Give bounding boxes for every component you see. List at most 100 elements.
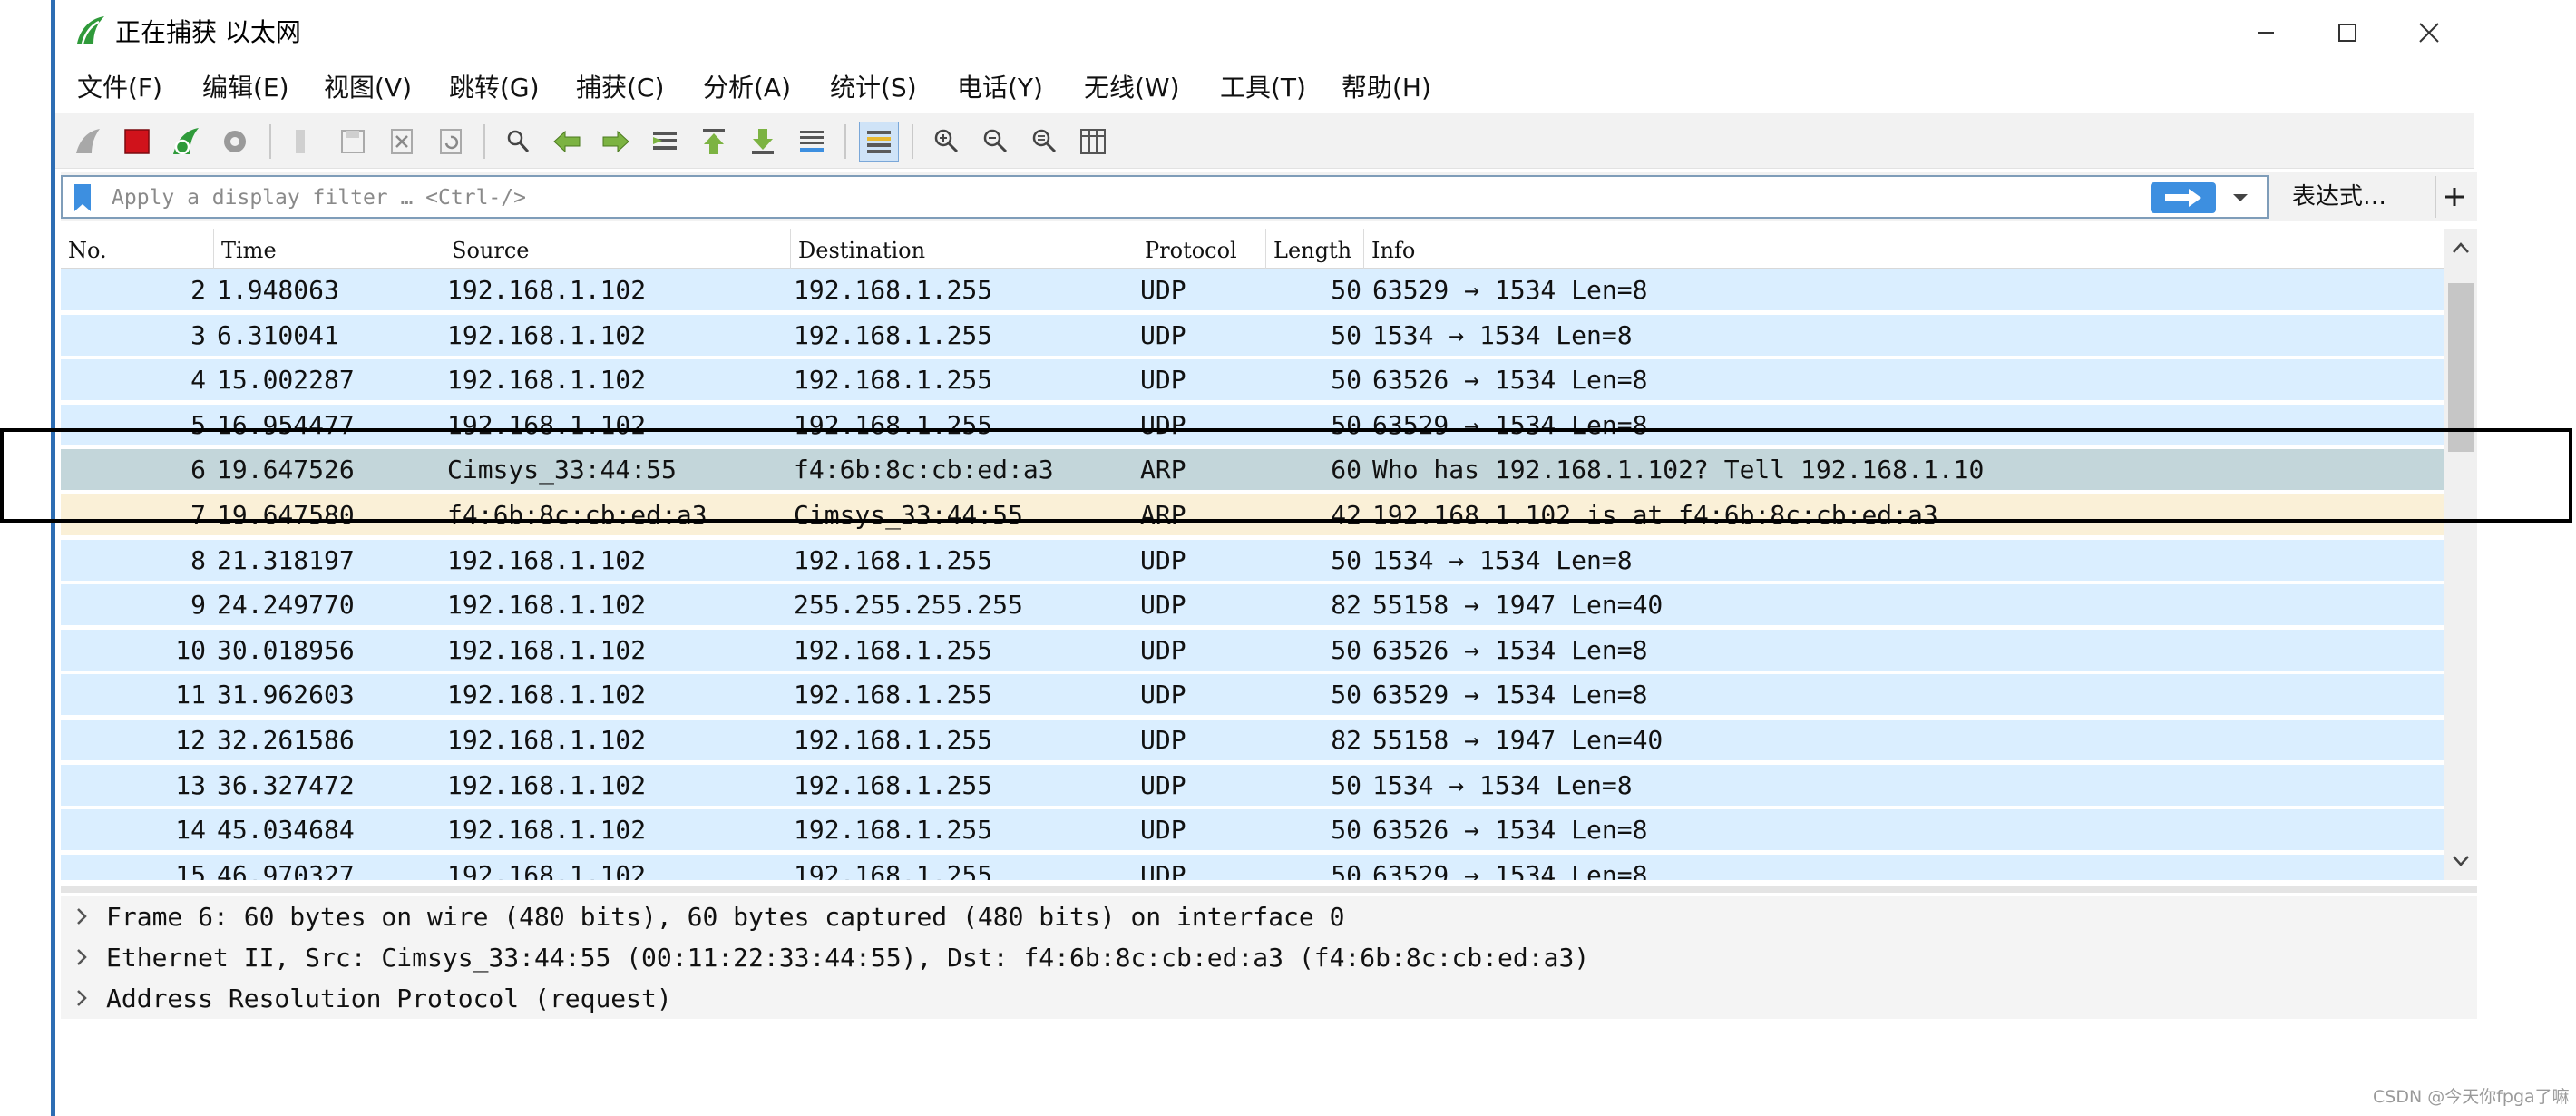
capture-options-button[interactable] (215, 122, 255, 162)
menu-go[interactable]: 跳转(G) (449, 67, 540, 109)
packet-cell-info: 63526 → 1534 Len=8 (1372, 365, 1648, 396)
add-filter-button[interactable] (2435, 176, 2473, 218)
packet-row[interactable]: 2 1.948063 192.168.1.102 192.168.1.255 UDP 50… (61, 269, 2444, 310)
packet-row[interactable]: 5 16.954477 192.168.1.102 192.168.1.255 UDP 5… (61, 404, 2444, 445)
shark-fin-start-icon (76, 129, 100, 153)
column-header-info[interactable]: Info (1363, 229, 2444, 269)
packet-cell-info: 1534 → 1534 Len=8 (1372, 319, 1633, 350)
plus-icon (2445, 188, 2464, 206)
packet-row[interactable]: 12 32.261586 192.168.1.102 192.168.1.255 UDP… (61, 720, 2444, 760)
close-button[interactable] (2388, 7, 2470, 58)
detail-row-frame[interactable]: Frame 6: 60 bytes on wire (480 bits), 60… (61, 896, 2477, 937)
scroll-up-button[interactable] (2444, 234, 2477, 261)
column-header-source[interactable]: Source (444, 229, 790, 269)
menu-analyze[interactable]: 分析(A) (703, 67, 791, 109)
packet-row[interactable]: 4 15.002287 192.168.1.102 192.168.1.255 UDP 5… (61, 359, 2444, 401)
zoom-in-icon (934, 129, 959, 153)
colorize-button[interactable] (859, 122, 899, 162)
detail-row-ethernet[interactable]: Ethernet II, Src: Cimsys_33:44:55 (00:11… (61, 937, 2477, 978)
chevron-up-icon (2453, 242, 2469, 253)
packet-list-scrollbar[interactable] (2444, 229, 2477, 880)
open-file-button[interactable] (284, 122, 324, 162)
filter-history-dropdown[interactable] (2225, 184, 2256, 211)
packet-cell-no: 8 (190, 544, 206, 575)
zoom-in-button[interactable] (926, 122, 966, 162)
menu-help[interactable]: 帮助(H) (1342, 67, 1431, 109)
chevron-right-icon[interactable] (68, 944, 95, 971)
packet-cell-no: 3 (190, 319, 206, 350)
packet-cell-src: 192.168.1.102 (447, 859, 647, 880)
packet-cell-no: 11 (175, 680, 206, 710)
normal-size-button[interactable] (1024, 122, 1064, 162)
packet-cell-proto: UDP (1140, 544, 1186, 575)
packet-row[interactable]: 11 31.962603 192.168.1.102 192.168.1.255 UDP… (61, 674, 2444, 716)
menu-file[interactable]: 文件(F) (77, 67, 162, 109)
scroll-thumb[interactable] (2448, 283, 2474, 452)
pane-splitter[interactable] (61, 886, 2477, 893)
packet-row[interactable]: 8 21.318197 192.168.1.102 192.168.1.255 UDP 5… (61, 539, 2444, 581)
packet-cell-src: Cimsys_33:44:55 (447, 455, 677, 485)
column-header-length[interactable]: Length (1265, 229, 1363, 269)
find-packet-button[interactable] (498, 122, 538, 162)
menu-tools[interactable]: 工具(T) (1220, 67, 1306, 109)
menu-view[interactable]: 视图(V) (324, 67, 412, 109)
minimize-button[interactable] (2225, 7, 2307, 58)
packet-row[interactable]: 7 19.647580 f4:6b:8c:cb:ed:a3 Cimsys_33:44:… (61, 494, 2444, 535)
first-packet-button[interactable] (694, 122, 734, 162)
chevron-right-icon[interactable] (68, 903, 95, 930)
column-header-no[interactable]: No. (61, 229, 213, 269)
apply-filter-button[interactable] (2151, 182, 2216, 213)
save-file-icon (341, 130, 365, 153)
reload-button[interactable] (431, 122, 471, 162)
packet-cell-src: 192.168.1.102 (447, 590, 647, 621)
resize-columns-button[interactable] (1073, 122, 1113, 162)
wireshark-fin-icon (77, 16, 104, 44)
packet-cell-no: 13 (175, 769, 206, 800)
packet-row[interactable]: 3 6.310041 192.168.1.102 192.168.1.255 UDP 50… (61, 314, 2444, 356)
packet-row[interactable]: 13 36.327472 192.168.1.102 192.168.1.255 UDP… (61, 764, 2444, 806)
save-file-button[interactable] (333, 122, 373, 162)
menu-telephony[interactable]: 电话(Y) (957, 67, 1043, 109)
detail-row-arp[interactable]: Address Resolution Protocol (request) (61, 978, 2477, 1019)
start-capture-button[interactable] (68, 122, 108, 162)
display-filter-input[interactable] (110, 179, 2200, 217)
packet-cell-time: 19.647526 (217, 455, 355, 485)
expression-button[interactable]: 表达式… (2292, 176, 2386, 218)
menu-wireless[interactable]: 无线(W) (1084, 67, 1180, 109)
column-header-destination[interactable]: Destination (790, 229, 1137, 269)
go-to-packet-button[interactable] (645, 122, 685, 162)
packet-cell-info: 63529 → 1534 Len=8 (1372, 859, 1648, 880)
packet-row[interactable]: 10 30.018956 192.168.1.102 192.168.1.255 UDP… (61, 629, 2444, 671)
packet-row[interactable]: 9 24.249770 192.168.1.102 255.255.255.255 UD… (61, 584, 2444, 626)
scroll-down-button[interactable] (2444, 847, 2477, 875)
packet-row[interactable]: 6 19.647526 Cimsys_33:44:55 f4:6b:8c:cb:ed:… (61, 449, 2444, 491)
bookmark-icon[interactable] (70, 182, 95, 213)
menu-capture[interactable]: 捕获(C) (576, 67, 664, 109)
zoom-out-button[interactable] (975, 122, 1015, 162)
chevron-down-icon (2453, 856, 2469, 866)
packet-row[interactable]: 14 45.034684 192.168.1.102 192.168.1.255 UDP… (61, 809, 2444, 851)
packet-cell-dst: 255.255.255.255 (794, 590, 1023, 621)
chevron-right-icon[interactable] (68, 984, 95, 1012)
last-packet-button[interactable] (743, 122, 783, 162)
packet-cell-time: 46.970327 (217, 859, 355, 880)
maximize-button[interactable] (2307, 7, 2388, 58)
column-header-time[interactable]: Time (213, 229, 444, 269)
stop-capture-button[interactable] (117, 122, 157, 162)
detail-text: Frame 6: 60 bytes on wire (480 bits), 60… (106, 902, 1345, 932)
autoscroll-button[interactable] (792, 122, 832, 162)
restart-capture-button[interactable] (166, 122, 206, 162)
close-file-button[interactable] (382, 122, 422, 162)
menu-statistics[interactable]: 统计(S) (830, 67, 917, 109)
packet-cell-src: 192.168.1.102 (447, 544, 647, 575)
packet-row[interactable]: 15 46.970327 192.168.1.102 192.168.1.255 UDP… (61, 854, 2444, 880)
go-forward-button[interactable] (596, 122, 636, 162)
last-packet-icon (752, 129, 774, 154)
chevron-down-icon (2233, 194, 2248, 201)
packet-cell-time: 19.647580 (217, 500, 355, 530)
column-header-protocol[interactable]: Protocol (1137, 229, 1265, 269)
menu-edit[interactable]: 编辑(E) (202, 67, 289, 109)
packet-cell-proto: UDP (1140, 815, 1186, 846)
go-back-button[interactable] (547, 122, 587, 162)
packet-cell-len: 42 (1331, 500, 1361, 530)
